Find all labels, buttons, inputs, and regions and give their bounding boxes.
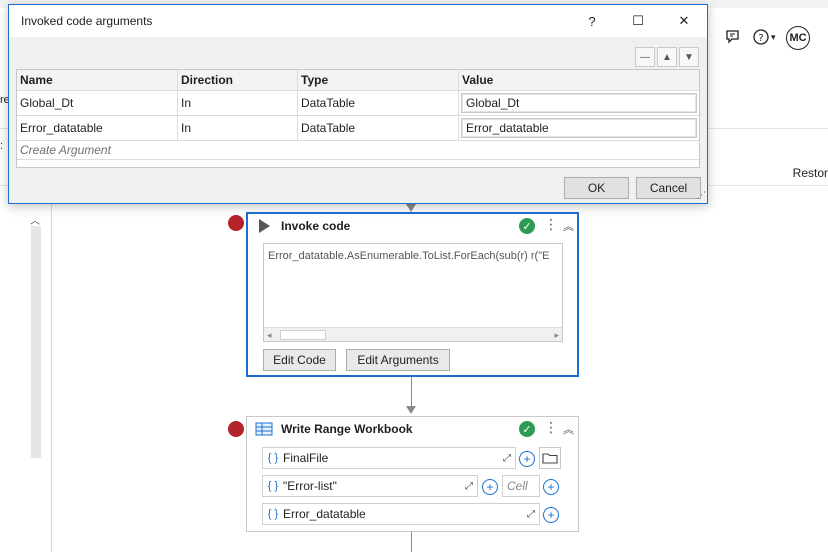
invoke-code-activity[interactable]: Invoke code ✓ ⋮ ︽ Error_datatable.AsEnum… bbox=[246, 212, 579, 377]
add-variable-icon[interactable]: + bbox=[543, 507, 559, 523]
create-argument-row[interactable]: Create Argument bbox=[17, 141, 699, 160]
column-header-name[interactable]: Name bbox=[17, 70, 178, 90]
argument-direction[interactable]: In bbox=[178, 116, 298, 140]
expression-brace-icon: { } bbox=[267, 480, 279, 492]
left-scrollbar[interactable] bbox=[31, 226, 41, 458]
sheet-name-value: "Error-list" bbox=[283, 479, 337, 493]
browse-folder-icon[interactable] bbox=[539, 447, 561, 469]
collapse-icon[interactable]: ︽ bbox=[563, 218, 574, 234]
edit-arguments-button[interactable]: Edit Arguments bbox=[346, 349, 450, 371]
connector-line bbox=[411, 377, 412, 407]
workbook-path-input[interactable]: { } FinalFile ⤢ bbox=[262, 447, 516, 469]
code-hscrollbar[interactable]: ◂ ▸ bbox=[264, 327, 562, 341]
ribbon-partial-label-2: : bbox=[0, 140, 4, 152]
code-text: Error_datatable.AsEnumerable.ToList.ForE… bbox=[268, 250, 550, 262]
more-options-icon[interactable]: ⋮ bbox=[544, 419, 558, 436]
cell-input[interactable]: Cell bbox=[502, 475, 540, 497]
argument-name[interactable]: Error_datatable bbox=[17, 116, 178, 140]
add-variable-icon[interactable]: + bbox=[482, 479, 498, 495]
activity-title: Write Range Workbook bbox=[281, 422, 413, 436]
feedback-icon[interactable] bbox=[724, 28, 742, 51]
connector-arrow bbox=[406, 406, 416, 414]
validation-check-icon: ✓ bbox=[519, 421, 535, 437]
column-header-value[interactable]: Value bbox=[459, 70, 699, 90]
dialog-titlebar: Invoked code arguments ? ☐ ✕ bbox=[9, 5, 707, 37]
move-up-button[interactable]: ▲ bbox=[657, 47, 677, 67]
validation-check-icon: ✓ bbox=[519, 218, 535, 234]
argument-value-input[interactable]: Error_datatable bbox=[461, 118, 697, 138]
help-button[interactable]: ? bbox=[577, 9, 607, 33]
sheet-name-input[interactable]: { } "Error-list" ⤢ bbox=[262, 475, 478, 497]
svg-text:?: ? bbox=[758, 33, 763, 44]
more-options-icon[interactable]: ⋮ bbox=[544, 216, 558, 233]
chevron-down-icon[interactable]: ▾ bbox=[771, 32, 776, 43]
scrollbar-thumb[interactable] bbox=[280, 330, 326, 340]
argument-value-input[interactable]: Global_Dt bbox=[461, 93, 697, 113]
expression-brace-icon: { } bbox=[267, 508, 279, 520]
column-header-type[interactable]: Type bbox=[298, 70, 459, 90]
dialog-title: Invoked code arguments bbox=[21, 14, 153, 28]
collapse-icon[interactable]: ︽ bbox=[563, 421, 574, 437]
restore-button[interactable]: Restor bbox=[793, 166, 828, 180]
invoked-code-arguments-dialog: Invoked code arguments ? ☐ ✕ — ▲ ▼ Name … bbox=[8, 4, 708, 204]
play-icon bbox=[257, 218, 271, 237]
activity-title: Invoke code bbox=[281, 219, 351, 233]
connector-line bbox=[411, 532, 412, 552]
add-variable-icon[interactable]: + bbox=[519, 451, 535, 467]
connector-arrow bbox=[406, 204, 416, 212]
table-row[interactable]: Global_Dt In DataTable Global_Dt bbox=[17, 91, 699, 116]
scroll-up-icon[interactable]: ︿ bbox=[30, 212, 40, 227]
resize-grip-icon[interactable]: ⋰ bbox=[697, 190, 706, 201]
expand-editor-icon[interactable]: ⤢ bbox=[523, 509, 539, 520]
scroll-right-icon[interactable]: ▸ bbox=[554, 328, 559, 341]
expand-editor-icon[interactable]: ⤢ bbox=[461, 481, 477, 492]
avatar[interactable]: MC bbox=[786, 26, 810, 50]
remove-argument-button[interactable]: — bbox=[635, 47, 655, 67]
cancel-button[interactable]: Cancel bbox=[636, 177, 701, 199]
ok-button[interactable]: OK bbox=[564, 177, 629, 199]
write-range-workbook-activity[interactable]: Write Range Workbook ✓ ⋮ ︽ { } FinalFile… bbox=[246, 416, 579, 532]
workbook-path-value: FinalFile bbox=[283, 451, 329, 465]
spreadsheet-icon bbox=[255, 422, 273, 439]
expression-brace-icon: { } bbox=[267, 452, 279, 464]
table-row[interactable]: Error_datatable In DataTable Error_datat… bbox=[17, 116, 699, 141]
breakpoint-indicator[interactable] bbox=[228, 421, 244, 437]
breakpoint-indicator[interactable] bbox=[228, 215, 244, 231]
arguments-grid: Name Direction Type Value Global_Dt In D… bbox=[16, 69, 700, 168]
argument-type[interactable]: DataTable bbox=[298, 116, 459, 140]
left-panel bbox=[0, 186, 52, 552]
expand-editor-icon[interactable]: ⤢ bbox=[499, 453, 515, 464]
grid-header-row: Name Direction Type Value bbox=[17, 70, 699, 91]
column-header-direction[interactable]: Direction bbox=[178, 70, 298, 90]
maximize-button[interactable]: ☐ bbox=[623, 9, 653, 33]
scroll-left-icon[interactable]: ◂ bbox=[267, 328, 272, 341]
close-button[interactable]: ✕ bbox=[669, 9, 699, 33]
add-variable-icon[interactable]: + bbox=[543, 479, 559, 495]
edit-code-button[interactable]: Edit Code bbox=[263, 349, 336, 371]
argument-name[interactable]: Global_Dt bbox=[17, 91, 178, 115]
datatable-value: Error_datatable bbox=[283, 507, 366, 521]
argument-type[interactable]: DataTable bbox=[298, 91, 459, 115]
datatable-input[interactable]: { } Error_datatable ⤢ bbox=[262, 503, 540, 525]
help-icon[interactable]: ? bbox=[752, 28, 770, 51]
code-editor[interactable]: Error_datatable.AsEnumerable.ToList.ForE… bbox=[263, 243, 563, 342]
argument-direction[interactable]: In bbox=[178, 91, 298, 115]
create-argument-link[interactable]: Create Argument bbox=[20, 143, 111, 157]
move-down-button[interactable]: ▼ bbox=[679, 47, 699, 67]
